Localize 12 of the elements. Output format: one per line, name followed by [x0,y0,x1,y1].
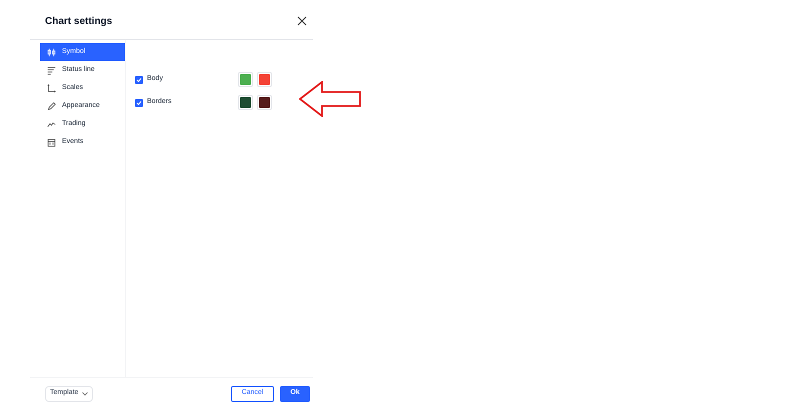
lines-icon [47,66,56,74]
close-button[interactable] [295,14,309,28]
dialog-title: Chart settings [45,14,112,28]
pencil-icon [47,102,56,110]
arrow-drawing [299,81,362,117]
checkbox[interactable] [135,76,143,84]
checkbox[interactable] [135,98,143,106]
axes-icon [47,84,56,92]
chevron-down-icon [82,392,88,396]
candlestick-icon [47,48,56,56]
zigzag-icon [47,120,56,128]
calendar-icon [47,138,56,146]
